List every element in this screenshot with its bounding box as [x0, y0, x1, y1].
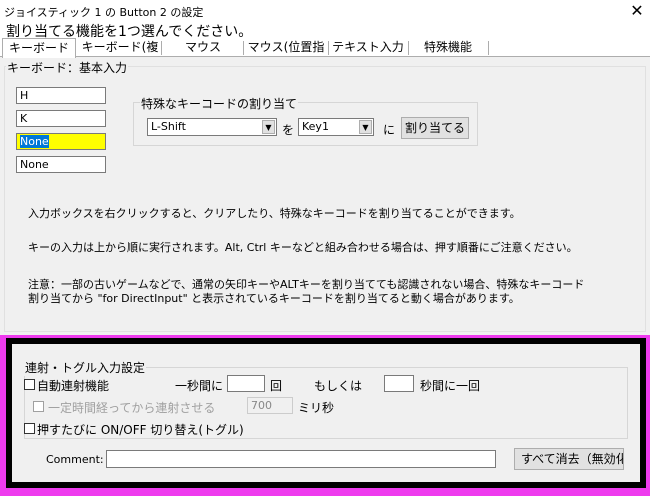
delay-input[interactable]: 700	[247, 397, 293, 414]
tab-special-functions[interactable]: 特殊機能	[411, 38, 485, 57]
chevron-down-icon: ▼	[262, 120, 275, 134]
toggle-checkbox[interactable]	[24, 423, 35, 434]
or-label: もしくは	[314, 379, 363, 393]
toggle-label: 押すたびに ON/OFF 切り替え(トグル)	[37, 423, 244, 437]
auto-fire-label: 自動連射機能	[37, 379, 110, 393]
keyboard-group-title: キーボード：基本入力	[6, 59, 129, 76]
tab-keyboard[interactable]: キーボード	[2, 38, 76, 58]
rapid-fire-group-title: 連射・トグル入力設定	[24, 359, 147, 376]
interval-input[interactable]	[384, 375, 414, 392]
per-second-unit: 回	[270, 379, 283, 393]
tab-mouse[interactable]: マウス	[166, 38, 240, 57]
key-input-3[interactable]: None	[16, 133, 106, 150]
special-key-group-title: 特殊なキーコードの割り当て	[140, 95, 299, 112]
delay-label: 一定時間経ってから連射させる	[48, 401, 216, 415]
key-input-2[interactable]: K	[16, 110, 106, 127]
per-second-input[interactable]	[227, 375, 265, 392]
target-key-select-value: Key1	[302, 120, 329, 133]
delay-checkbox[interactable]	[33, 401, 44, 412]
tab-text-input[interactable]: テキスト入力	[331, 38, 405, 57]
special-key-select-value: L-Shift	[151, 120, 186, 133]
info-order: キーの入力は上から順に実行されます。Alt, Ctrl キーなどと組み合わせる場…	[28, 241, 578, 254]
info-note-line2: 割り当てから "for DirectInput" と表示されているキーコードを割…	[28, 292, 520, 305]
target-key-select[interactable]: Key1 ▼	[298, 118, 374, 136]
key-input-4[interactable]: None	[16, 156, 106, 173]
assign-button[interactable]: 割り当てる	[401, 117, 469, 139]
connector-wo: を	[282, 123, 295, 137]
window-title: ジョイスティック 1 の Button 2 の設定	[4, 6, 204, 19]
comment-input[interactable]	[106, 450, 496, 468]
connector-ni: に	[383, 123, 396, 137]
key-input-3-text: None	[20, 135, 49, 148]
tab-separator	[243, 41, 244, 55]
close-button[interactable]: ✕	[624, 0, 650, 22]
comment-label: Comment:	[46, 453, 104, 466]
special-key-select[interactable]: L-Shift ▼	[147, 118, 277, 136]
per-second-prefix: 一秒間に	[175, 379, 224, 393]
tab-mouse-position[interactable]: マウス(位置指	[246, 38, 326, 57]
tab-separator	[408, 41, 409, 55]
interval-unit: 秒間に一回	[420, 379, 481, 393]
info-note-line1: 注意：一部の古いゲームなどで、通常の矢印キーやALTキーを割り当てても認識されな…	[28, 278, 585, 291]
chevron-down-icon: ▼	[359, 120, 372, 134]
key-input-1[interactable]: H	[16, 87, 106, 104]
close-icon: ✕	[630, 1, 644, 20]
clear-all-button[interactable]: すべて消去（無効化	[514, 448, 624, 470]
delay-unit: ミリ秒	[298, 401, 335, 415]
tab-separator	[488, 41, 489, 55]
tab-separator	[161, 41, 162, 55]
tab-separator	[328, 41, 329, 55]
tab-keyboard-multi[interactable]: キーボード(複	[80, 38, 160, 57]
auto-fire-checkbox[interactable]	[24, 379, 35, 390]
info-right-click: 入力ボックスを右クリックすると、クリアしたり、特殊なキーコードを割り当てることが…	[28, 207, 521, 220]
